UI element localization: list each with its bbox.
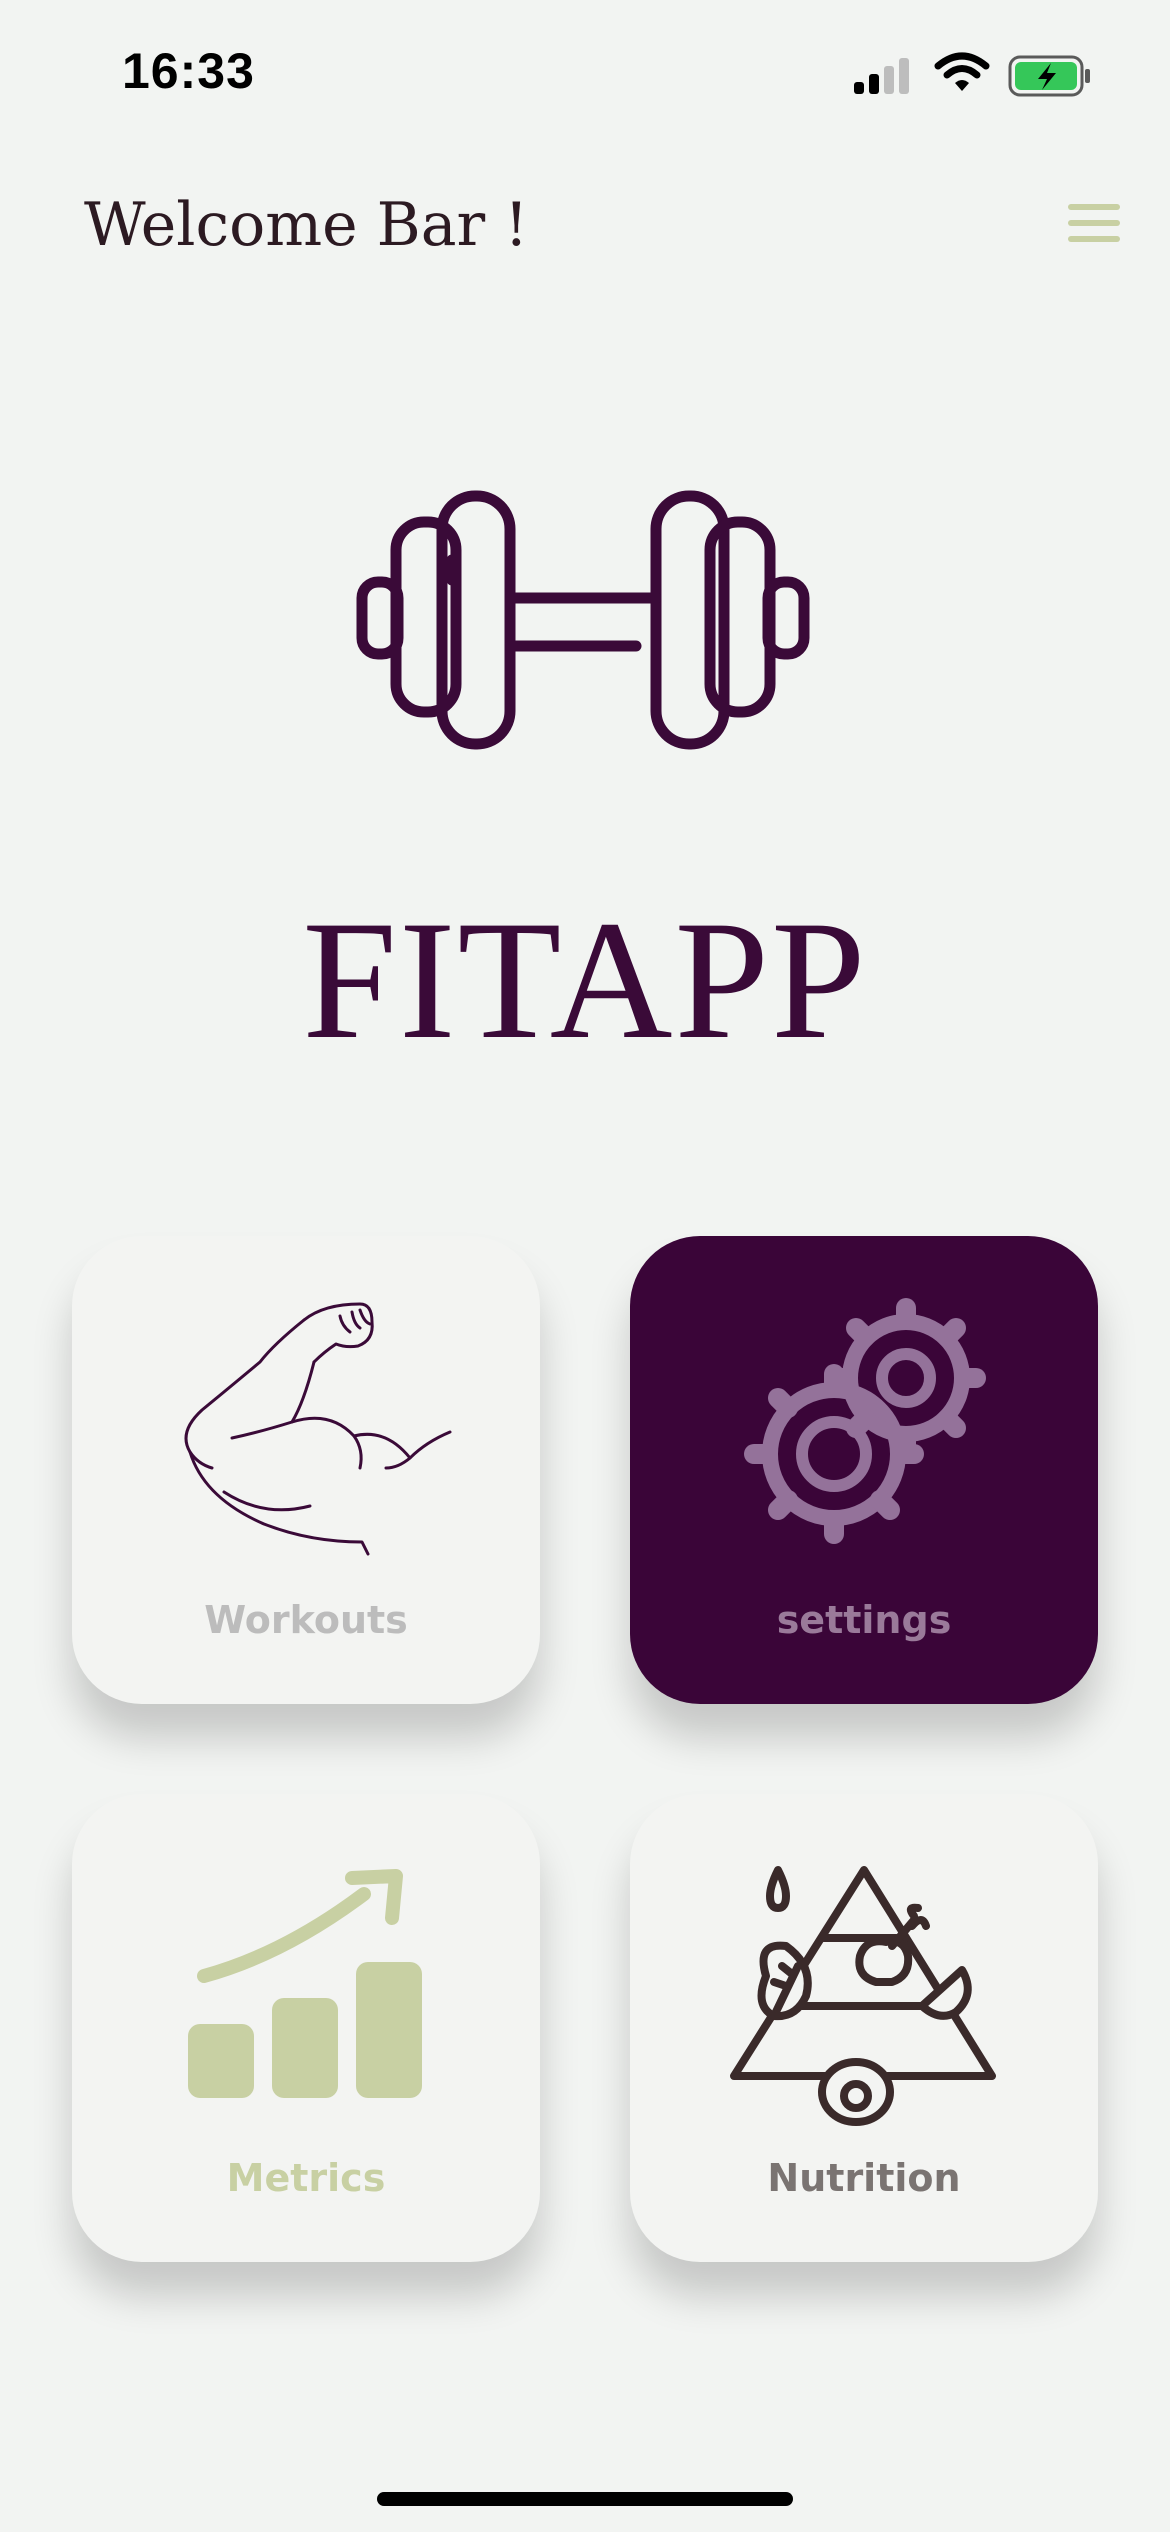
tile-label-settings: settings <box>776 1598 952 1642</box>
hamburger-line <box>1068 220 1120 226</box>
app-title: FITAPP <box>302 886 868 1074</box>
status-bar: 16:33 <box>0 0 1170 150</box>
gears-icon <box>744 1298 986 1544</box>
tile-label-metrics: Metrics <box>226 2156 386 2200</box>
dumbbell-icon <box>356 490 810 750</box>
status-time: 16:33 <box>122 43 255 99</box>
workouts-tile[interactable]: Workouts <box>72 1236 540 1704</box>
hamburger-menu-button[interactable] <box>1064 200 1124 248</box>
cellular-signal-icon <box>854 58 909 94</box>
wifi-icon <box>934 52 990 91</box>
tile-label-nutrition: Nutrition <box>767 2156 961 2200</box>
welcome-heading: Welcome Bar ! <box>84 190 529 260</box>
food-pyramid-icon <box>730 1866 996 2126</box>
home-indicator[interactable] <box>377 2492 793 2506</box>
hamburger-menu-icon <box>1068 204 1120 210</box>
growth-chart-icon <box>188 1869 422 2098</box>
tile-label-workouts: Workouts <box>204 1598 408 1642</box>
battery-charging-icon <box>1008 55 1090 97</box>
flexed-arm-icon <box>184 1302 452 1556</box>
hamburger-line <box>1068 236 1120 242</box>
nutrition-tile[interactable]: Nutrition <box>630 1794 1098 2262</box>
settings-tile[interactable]: settings <box>630 1236 1098 1704</box>
metrics-tile[interactable]: Metrics <box>72 1794 540 2262</box>
